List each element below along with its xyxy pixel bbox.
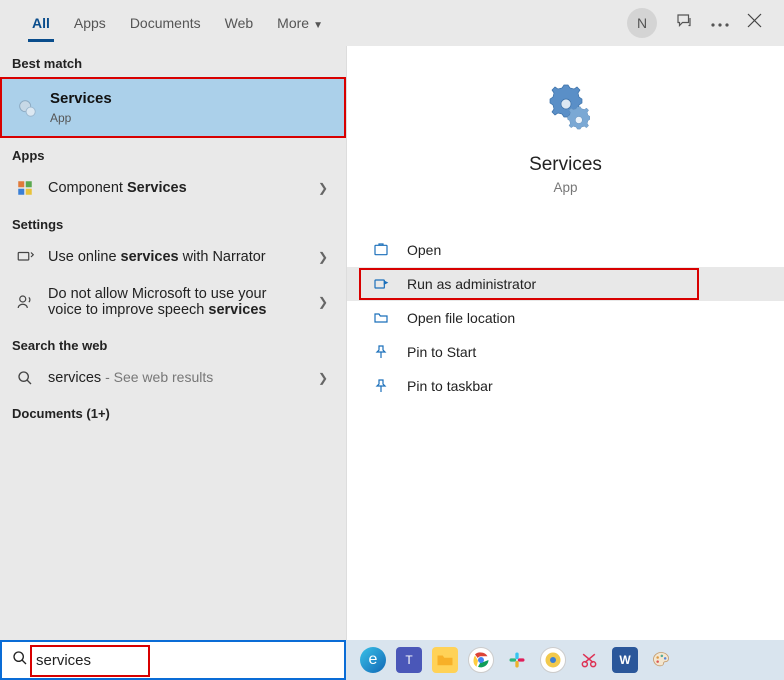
search-icon [12,650,28,671]
preview-title: Services [529,154,602,176]
best-match-header: Best match [0,46,346,77]
preview-header: Services App [347,46,784,195]
action-open-location[interactable]: Open file location [347,301,784,335]
action-run-admin-label: Run as administrator [407,276,536,292]
best-match-sub: App [50,111,112,127]
tab-more-label: More [277,15,309,31]
taskbar-snip-icon[interactable] [576,647,602,673]
admin-shield-icon [369,276,393,292]
best-match-title: Services [50,89,112,109]
action-run-admin-wrap: Run as administrator [347,267,784,301]
taskbar-chrome-canary-icon[interactable] [540,647,566,673]
taskbar-paint-icon[interactable] [648,647,674,673]
apps-header: Apps [0,138,346,169]
pin-icon [369,378,393,394]
top-right-controls: N [627,8,784,38]
taskbar-teams-icon[interactable]: T [396,647,422,673]
user-avatar[interactable]: N [627,8,657,38]
action-pin-start-label: Pin to Start [407,344,476,360]
taskbar-chrome-icon[interactable] [468,647,494,673]
tab-all[interactable]: All [20,5,62,41]
search-web-header: Search the web [0,328,346,359]
main-area: Best match Services App Apps Component S… [0,46,784,640]
settings-item-speech[interactable]: Do not allow Microsoft to use your voice… [0,276,346,328]
services-app-icon [16,97,38,119]
tab-documents[interactable]: Documents [118,5,213,41]
results-column: Best match Services App Apps Component S… [0,46,346,640]
taskbar-pinned-apps: e T W [346,647,674,673]
web-result-item[interactable]: services - See web results [0,359,346,396]
best-match-result[interactable]: Services App [0,77,346,138]
chevron-down-icon: ▼ [313,20,323,31]
best-match-text: Services App [50,89,112,126]
folder-icon [369,310,393,326]
action-pin-taskbar-label: Pin to taskbar [407,378,493,394]
preview-pane: Services App Open Run as administrator O… [346,46,784,640]
settings-speech-label: Do not allow Microsoft to use your voice… [48,286,298,318]
apps-item-component-services[interactable]: Component Services [0,169,346,207]
action-pin-start[interactable]: Pin to Start [347,335,784,369]
pin-icon [369,344,393,360]
action-open-label: Open [407,242,441,258]
close-icon[interactable] [747,13,762,33]
open-icon [369,242,393,258]
component-services-icon [14,179,36,197]
taskbar-explorer-icon[interactable] [432,647,458,673]
feedback-icon[interactable] [675,12,693,35]
filter-tabs: All Apps Documents Web More ▼ N [0,0,784,46]
search-input[interactable] [36,652,334,669]
action-run-admin[interactable]: Run as administrator [347,267,784,301]
action-open-location-label: Open file location [407,310,515,326]
tab-apps[interactable]: Apps [62,5,118,41]
settings-speech-icon [14,293,36,311]
settings-narrator-label: Use online services with Narrator [48,249,266,265]
preview-sub: App [553,180,577,195]
search-box[interactable] [0,640,346,680]
taskbar-word-icon[interactable]: W [612,647,638,673]
action-pin-taskbar[interactable]: Pin to taskbar [347,369,784,403]
taskbar: e T W [0,640,784,680]
taskbar-slack-icon[interactable] [504,647,530,673]
action-open[interactable]: Open [347,233,784,267]
settings-narrator-icon [14,248,36,266]
gear-large-icon [542,84,590,132]
settings-item-narrator[interactable]: Use online services with Narrator [0,238,346,276]
taskbar-edge-icon[interactable]: e [360,647,386,673]
web-result-label: services - See web results [48,369,213,386]
tab-more[interactable]: More ▼ [265,5,335,41]
tab-web[interactable]: Web [213,5,266,41]
documents-header: Documents (1+) [0,396,346,427]
more-options-icon[interactable] [711,14,729,32]
action-list: Open Run as administrator Open file loca… [347,233,784,403]
settings-header: Settings [0,207,346,238]
apps-item-label: Component Services [48,180,187,196]
search-icon [14,370,36,386]
